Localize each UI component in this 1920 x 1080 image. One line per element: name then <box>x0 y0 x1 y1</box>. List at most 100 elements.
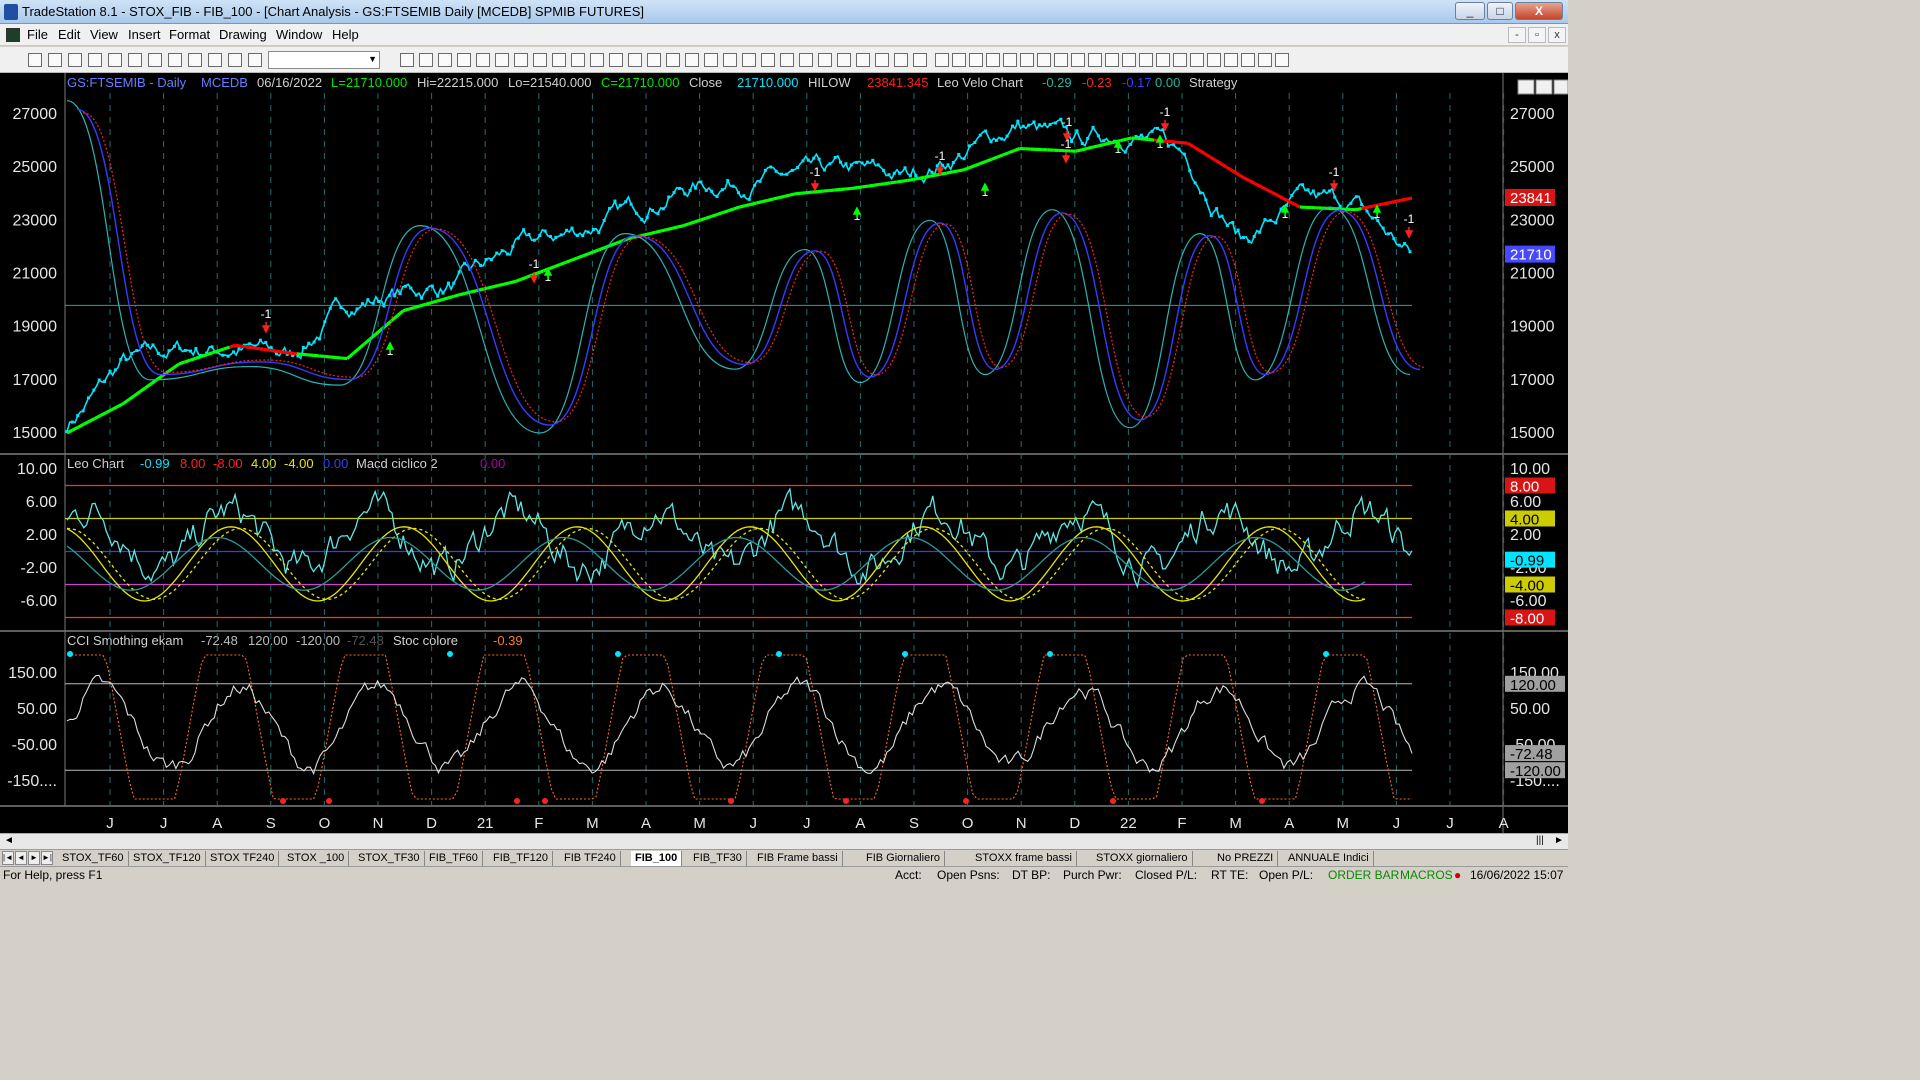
toolbar-tool-icon[interactable] <box>419 53 433 67</box>
toolbar-tool-icon[interactable] <box>1037 53 1051 67</box>
toolbar-tool-icon[interactable] <box>495 53 509 67</box>
scroll-thumb[interactable]: ||| <box>1536 835 1544 846</box>
tab-annuale-indici[interactable]: ANNUALE Indici <box>1284 851 1374 866</box>
toolbar-tool-icon[interactable] <box>780 53 794 67</box>
tab-fib-tf60[interactable]: FIB_TF60 <box>425 851 483 866</box>
tab-stox-tf120[interactable]: STOX_TF120 <box>129 851 206 866</box>
toolbar-tool-icon[interactable] <box>571 53 585 67</box>
scroll-right-icon[interactable]: ► <box>1554 835 1564 846</box>
tab-first-button[interactable]: |◄ <box>2 851 14 865</box>
toolbar-tool-icon[interactable] <box>552 53 566 67</box>
minimize-button[interactable]: _ <box>1455 2 1485 20</box>
mdi-restore-button[interactable]: ▫ <box>1528 27 1546 43</box>
toolbar-tool-icon[interactable] <box>1207 53 1221 67</box>
tab-prev-button[interactable]: ◄ <box>15 851 27 865</box>
toolbar-tool-icon[interactable] <box>761 53 775 67</box>
pane-restore-button[interactable] <box>1535 79 1553 95</box>
chart-canvas[interactable]: GS:FTSEMIB - Daily MCEDB 06/16/2022 L=21… <box>0 73 1569 833</box>
toolbar-tool-icon[interactable] <box>88 53 102 67</box>
toolbar-tool-icon[interactable] <box>685 53 699 67</box>
tab-fib-tf240[interactable]: FIB TF240 <box>560 851 621 866</box>
toolbar-tool-icon[interactable] <box>228 53 242 67</box>
toolbar-tool-icon[interactable] <box>1020 53 1034 67</box>
order-bar-button[interactable]: ORDER BAR <box>1328 868 1399 882</box>
toolbar-tool-icon[interactable] <box>1258 53 1272 67</box>
toolbar-tool-icon[interactable] <box>837 53 851 67</box>
toolbar-tool-icon[interactable] <box>533 53 547 67</box>
menu-format[interactable]: Format <box>169 27 210 42</box>
toolbar-tool-icon[interactable] <box>818 53 832 67</box>
toolbar-tool-icon[interactable] <box>1088 53 1102 67</box>
toolbar-tool-icon[interactable] <box>48 53 62 67</box>
toolbar-tool-icon[interactable] <box>1054 53 1068 67</box>
toolbar-tool-icon[interactable] <box>148 53 162 67</box>
toolbar-tool-icon[interactable] <box>723 53 737 67</box>
toolbar-tool-icon[interactable] <box>894 53 908 67</box>
tab-stox-tf240[interactable]: STOX TF240 <box>206 851 280 866</box>
tab-stox-100[interactable]: STOX _100 <box>283 851 350 866</box>
toolbar-tool-icon[interactable] <box>856 53 870 67</box>
toolbar-tool-icon[interactable] <box>438 53 452 67</box>
toolbar-tool-icon[interactable] <box>1003 53 1017 67</box>
toolbar-tool-icon[interactable] <box>952 53 966 67</box>
toolbar-tool-icon[interactable] <box>457 53 471 67</box>
tab-fib-tf30[interactable]: FIB_TF30 <box>689 851 747 866</box>
tab-stoxx-giornaliero[interactable]: STOXX giornaliero <box>1092 851 1193 866</box>
tab-fib-giornaliero[interactable]: FIB Giornaliero <box>862 851 945 866</box>
toolbar-tool-icon[interactable] <box>1190 53 1204 67</box>
toolbar-tool-icon[interactable] <box>28 53 42 67</box>
toolbar-tool-icon[interactable] <box>108 53 122 67</box>
macros-button[interactable]: MACROS <box>1400 868 1453 882</box>
horizontal-scrollbar[interactable]: ◄ ||| ► <box>0 833 1568 849</box>
toolbar-tool-icon[interactable] <box>208 53 222 67</box>
toolbar-tool-icon[interactable] <box>476 53 490 67</box>
close-button[interactable]: X <box>1515 2 1563 20</box>
toolbar-tool-icon[interactable] <box>799 53 813 67</box>
tab-fib-tf120[interactable]: FIB_TF120 <box>489 851 554 866</box>
toolbar-tool-icon[interactable] <box>1241 53 1255 67</box>
toolbar-tool-icon[interactable] <box>742 53 756 67</box>
menu-help[interactable]: Help <box>332 27 359 42</box>
toolbar-tool-icon[interactable] <box>628 53 642 67</box>
toolbar-tool-icon[interactable] <box>913 53 927 67</box>
tab-last-button[interactable]: ►| <box>41 851 53 865</box>
toolbar-tool-icon[interactable] <box>1224 53 1238 67</box>
toolbar-tool-icon[interactable] <box>609 53 623 67</box>
toolbar-tool-icon[interactable] <box>1071 53 1085 67</box>
menu-file[interactable]: File <box>27 27 48 42</box>
toolbar-tool-icon[interactable] <box>188 53 202 67</box>
toolbar-tool-icon[interactable] <box>68 53 82 67</box>
chart-analysis-window[interactable]: GS:FTSEMIB - Daily MCEDB 06/16/2022 L=21… <box>0 73 1569 833</box>
menu-insert[interactable]: Insert <box>128 27 161 42</box>
chevron-down-icon[interactable]: ▼ <box>368 54 377 64</box>
menu-window[interactable]: Window <box>276 27 322 42</box>
toolbar-tool-icon[interactable] <box>128 53 142 67</box>
toolbar-tool-icon[interactable] <box>666 53 680 67</box>
toolbar-tool-icon[interactable] <box>935 53 949 67</box>
scroll-left-icon[interactable]: ◄ <box>4 835 14 846</box>
toolbar-tool-icon[interactable] <box>168 53 182 67</box>
toolbar-tool-icon[interactable] <box>704 53 718 67</box>
toolbar-tool-icon[interactable] <box>875 53 889 67</box>
tab-fib-100[interactable]: FIB_100 <box>631 851 683 866</box>
toolbar-tool-icon[interactable] <box>1139 53 1153 67</box>
toolbar-tool-icon[interactable] <box>969 53 983 67</box>
tab-fib-frame-bassi[interactable]: FIB Frame bassi <box>753 851 843 866</box>
symbol-combo[interactable]: ▼ <box>268 51 380 69</box>
toolbar-tool-icon[interactable] <box>1275 53 1289 67</box>
toolbar-tool-icon[interactable] <box>248 53 262 67</box>
menu-view[interactable]: View <box>90 27 118 42</box>
pane-minimize-button[interactable] <box>1517 79 1535 95</box>
toolbar-tool-icon[interactable] <box>400 53 414 67</box>
pane-close-button[interactable] <box>1553 79 1569 95</box>
tab-stox-tf60[interactable]: STOX_TF60 <box>58 851 129 866</box>
toolbar-tool-icon[interactable] <box>590 53 604 67</box>
tradestation-app-icon[interactable] <box>4 4 18 20</box>
tab-stox-tf30[interactable]: STOX_TF30 <box>354 851 425 866</box>
maximize-button[interactable]: □ <box>1487 2 1513 20</box>
toolbar-tool-icon[interactable] <box>1173 53 1187 67</box>
toolbar-tool-icon[interactable] <box>647 53 661 67</box>
toolbar-tool-icon[interactable] <box>1156 53 1170 67</box>
menu-edit[interactable]: Edit <box>58 27 80 42</box>
mdi-minimize-button[interactable]: - <box>1508 27 1526 43</box>
